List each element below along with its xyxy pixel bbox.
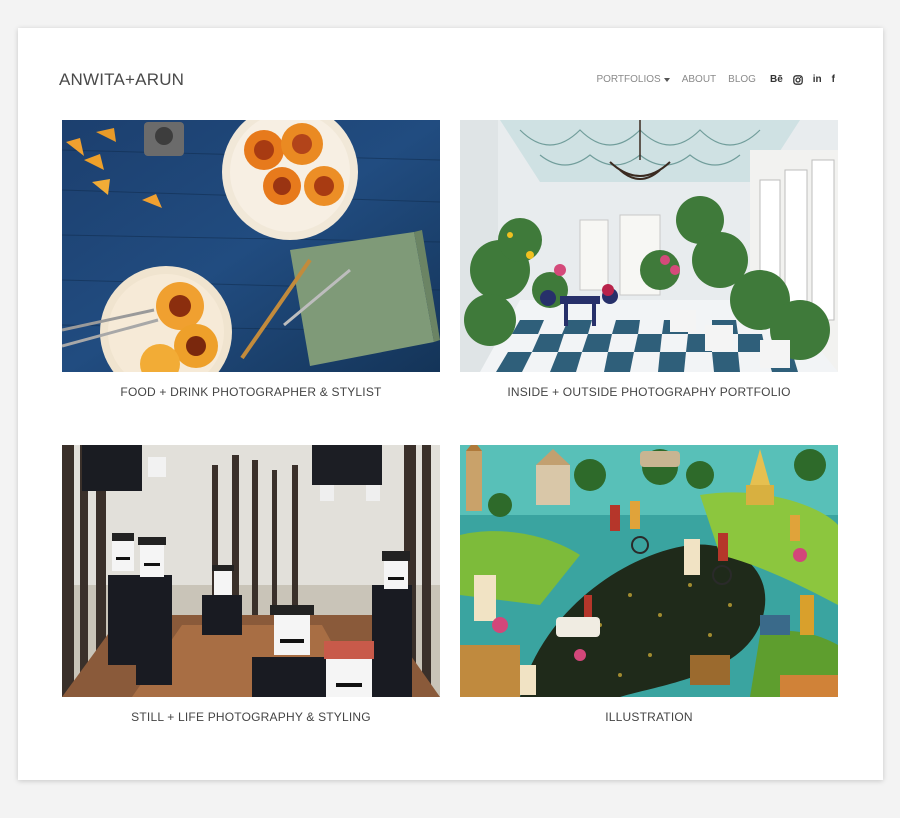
site-logo[interactable]: ANWITA+ARUN xyxy=(59,70,184,90)
social-links: Bē in f xyxy=(770,74,835,85)
portfolio-caption[interactable]: ILLUSTRATION xyxy=(460,710,838,724)
still-life-photo[interactable] xyxy=(62,445,440,697)
portfolio-tile-still-life[interactable]: STILL + LIFE PHOTOGRAPHY & STYLING xyxy=(62,445,440,724)
linkedin-icon[interactable]: in xyxy=(813,74,822,85)
instagram-icon[interactable] xyxy=(792,74,803,85)
portfolio-tile-illustration[interactable]: ILLUSTRATION xyxy=(460,445,838,724)
facebook-icon[interactable]: f xyxy=(832,74,835,85)
interior-photo[interactable] xyxy=(460,120,838,372)
main-nav: PORTFOLIOS ABOUT BLOG Bē in f xyxy=(596,74,835,85)
food-photo[interactable] xyxy=(62,120,440,372)
portfolio-caption[interactable]: INSIDE + OUTSIDE PHOTOGRAPHY PORTFOLIO xyxy=(460,385,838,399)
portfolio-tile-interior[interactable]: INSIDE + OUTSIDE PHOTOGRAPHY PORTFOLIO xyxy=(460,120,838,399)
portfolio-caption[interactable]: FOOD + DRINK PHOTOGRAPHER & STYLIST xyxy=(62,385,440,399)
portfolio-caption[interactable]: STILL + LIFE PHOTOGRAPHY & STYLING xyxy=(62,710,440,724)
illustration-collage[interactable] xyxy=(460,445,838,697)
nav-about[interactable]: ABOUT xyxy=(682,74,716,85)
page-card: ANWITA+ARUN PORTFOLIOS ABOUT BLOG Bē in … xyxy=(18,28,883,780)
nav-blog[interactable]: BLOG xyxy=(728,74,756,85)
nav-portfolios[interactable]: PORTFOLIOS xyxy=(596,74,670,85)
portfolio-tile-food[interactable]: FOOD + DRINK PHOTOGRAPHER & STYLIST xyxy=(62,120,440,399)
nav-portfolios-label: PORTFOLIOS xyxy=(596,74,661,85)
caret-down-icon xyxy=(663,77,670,82)
behance-icon[interactable]: Bē xyxy=(770,74,783,85)
